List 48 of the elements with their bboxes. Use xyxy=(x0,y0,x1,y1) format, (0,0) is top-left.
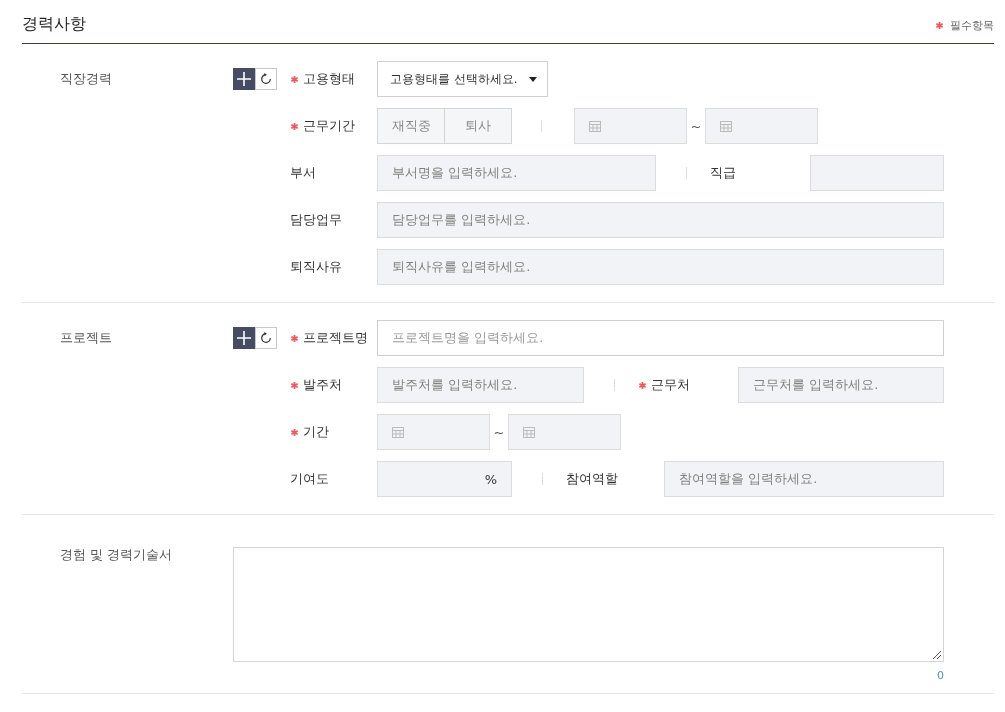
character-counter: 0 xyxy=(937,669,944,683)
field-label: 기여도 xyxy=(290,470,330,488)
calendar-icon xyxy=(392,426,404,438)
field-label: 참여역할 xyxy=(566,470,619,488)
field-label: 퇴직사유 xyxy=(290,258,343,276)
required-icon xyxy=(290,380,299,390)
required-icon xyxy=(638,380,647,390)
required-note: 필수항목 xyxy=(950,18,994,33)
calendar-icon xyxy=(720,120,732,132)
plus-icon xyxy=(237,331,251,345)
range-separator: ~ xyxy=(689,118,703,134)
calendar-icon xyxy=(523,426,535,438)
required-icon xyxy=(290,74,299,84)
refresh-icon xyxy=(260,332,272,344)
plus-icon xyxy=(237,72,251,86)
required-icon xyxy=(290,427,299,437)
field-label: 직급 xyxy=(710,164,737,182)
field-label: 근무처 xyxy=(638,376,738,394)
refresh-icon xyxy=(260,73,272,85)
input-field[interactable]: 프로젝트명을 입력하세요. xyxy=(377,320,944,356)
field-label: 고용형태 xyxy=(290,70,377,88)
toggle-button[interactable]: 재직중 xyxy=(377,108,445,144)
required-icon xyxy=(935,21,944,30)
toggle-button[interactable]: 퇴사 xyxy=(444,108,512,144)
group-label: 경험 및 경력기술서 xyxy=(59,547,174,564)
select-field[interactable]: 고용형태를 선택하세요. xyxy=(377,61,548,97)
group-label: 직장경력 xyxy=(59,70,113,88)
range-separator: ~ xyxy=(492,424,506,440)
field-label: 프로젝트명 xyxy=(290,329,377,347)
date-field[interactable] xyxy=(508,414,621,450)
reset-button[interactable] xyxy=(255,327,277,349)
add-button[interactable] xyxy=(233,68,255,90)
group-label: 프로젝트 xyxy=(59,329,113,347)
field-label: 부서 xyxy=(290,164,317,182)
add-button[interactable] xyxy=(233,327,255,349)
reset-button[interactable] xyxy=(255,68,277,90)
calendar-icon xyxy=(589,120,601,132)
resize-grip-icon xyxy=(932,650,941,659)
required-icon xyxy=(290,333,299,343)
field-label: 기간 xyxy=(290,423,377,441)
section-title: 경력사항 xyxy=(22,14,86,35)
field-label: 근무기간 xyxy=(290,117,377,135)
caret-icon xyxy=(529,76,537,82)
field-label: 담당업무 xyxy=(290,211,343,229)
date-field[interactable] xyxy=(705,108,818,144)
required-icon xyxy=(290,121,299,131)
field-label: 발주처 xyxy=(290,376,377,394)
text-area[interactable] xyxy=(233,547,944,662)
